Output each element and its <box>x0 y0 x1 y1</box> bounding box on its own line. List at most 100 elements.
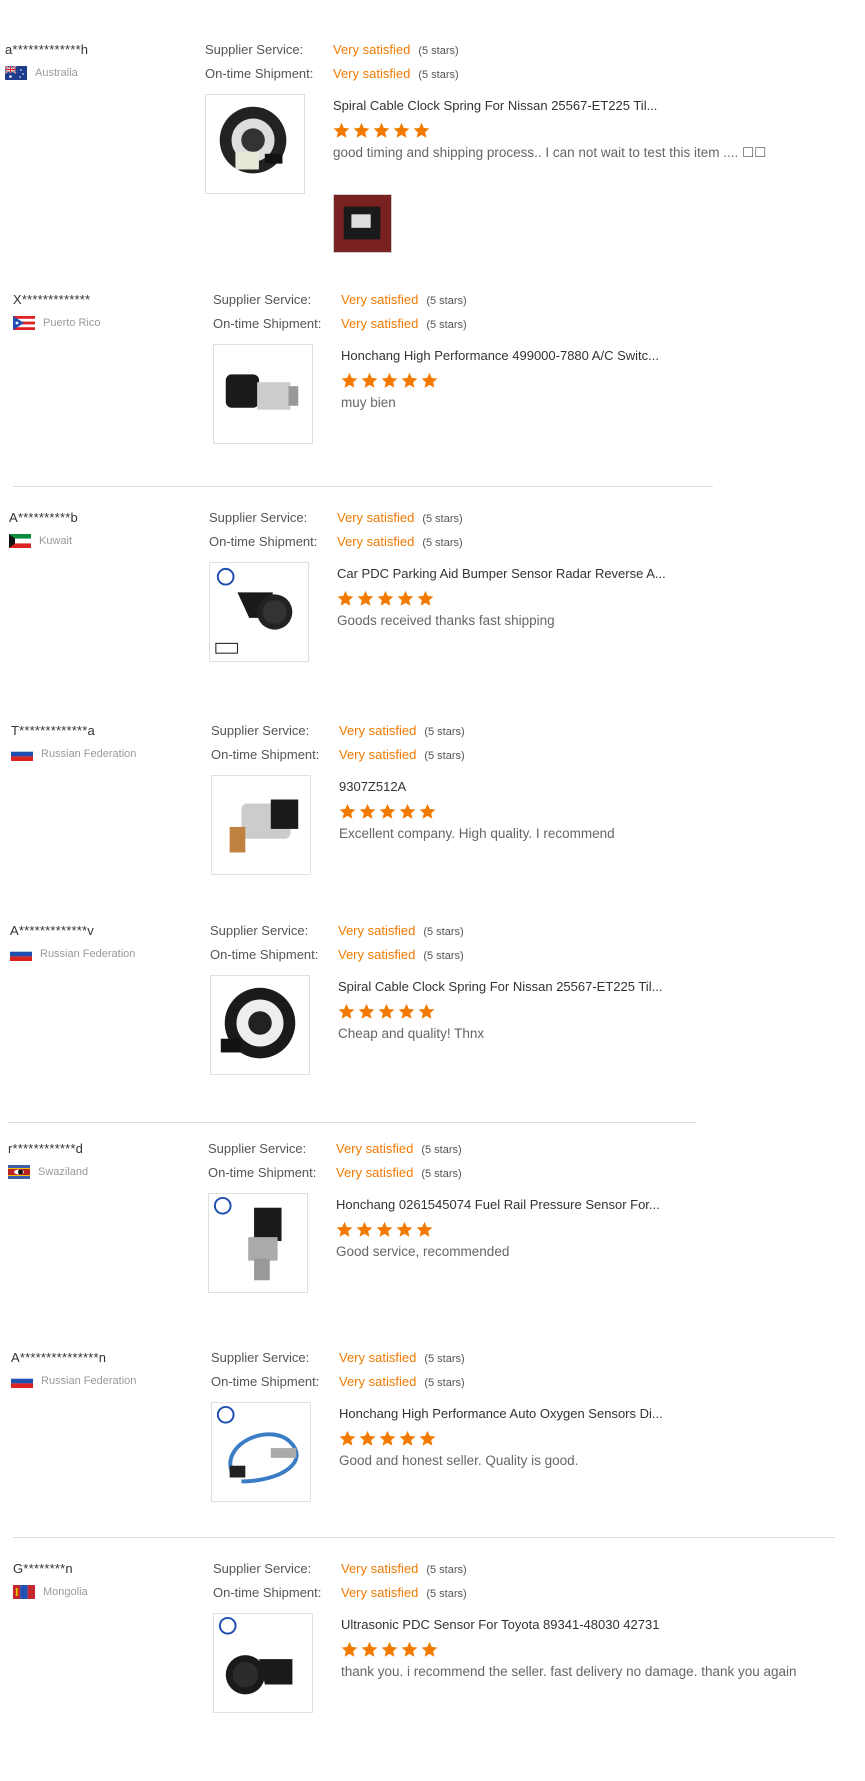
review-item: A*************v Russian Federation Suppl… <box>10 923 840 1143</box>
review-comment: Cheap and quality! Thnx <box>338 1026 485 1041</box>
rating-value: Very satisfied <box>338 923 416 938</box>
ultrasonic-sensor-product-image[interactable] <box>213 1613 313 1713</box>
star-icon <box>359 803 376 819</box>
rating-value: Very satisfied <box>341 1585 419 1600</box>
ontime-shipment-rating: On-time Shipment: Very satisfied (5 stars) <box>211 1374 465 1398</box>
ontime-shipment-label: On-time Shipment: <box>210 947 319 962</box>
star-icon <box>418 1003 435 1019</box>
reviewer: A***************n Russian Federation <box>11 1350 191 1388</box>
pressure-switch-product-image[interactable] <box>213 344 313 444</box>
reviewer-country: Australia <box>5 66 185 80</box>
reviewer: A**********b Kuwait <box>9 510 189 548</box>
star-icon <box>378 1003 395 1019</box>
star-icon <box>419 803 436 819</box>
country-name: Russian Federation <box>41 1375 137 1387</box>
ontime-shipment-rating: On-time Shipment: Very satisfied (5 stars) <box>209 534 463 558</box>
star-icon <box>336 1221 353 1237</box>
star-icon <box>353 122 370 138</box>
star-icon <box>399 803 416 819</box>
fuel-rail-sensor-product-image[interactable] <box>208 1193 308 1293</box>
pressure-sensor-product-image[interactable] <box>211 775 311 875</box>
reviewer-country: Russian Federation <box>10 947 190 961</box>
ontime-shipment-label: On-time Shipment: <box>208 1165 317 1180</box>
star-icon <box>416 1221 433 1237</box>
review-item: G********n Mongolia Supplier Service: Ver… <box>13 1561 843 1781</box>
star-rating <box>337 590 857 607</box>
product-title-link[interactable]: Car PDC Parking Aid Bumper Sensor Radar … <box>337 566 857 581</box>
supplier-service-rating: Supplier Service: Very satisfied (5 stars) <box>209 510 463 534</box>
ontime-shipment-rating: On-time Shipment: Very satisfied (5 stars) <box>213 1585 467 1609</box>
supplier-service-label: Supplier Service: <box>208 1141 307 1156</box>
star-icon <box>397 590 414 606</box>
country-name: Kuwait <box>39 535 73 547</box>
product-info: Honchang High Performance Auto Oxygen Se… <box>339 1406 859 1468</box>
section-divider <box>13 486 713 487</box>
review-comment: thank you. i recommend the seller. fast … <box>341 1664 797 1679</box>
product-title-link[interactable]: Ultrasonic PDC Sensor For Toyota 89341-4… <box>341 1617 861 1632</box>
ratings-block: Supplier Service: Very satisfied (5 stars)… <box>213 292 467 340</box>
rating-value: Very satisfied <box>336 1165 414 1180</box>
product-info: Honchang 0261545074 Fuel Rail Pressure S… <box>336 1197 856 1259</box>
ontime-shipment-rating: On-time Shipment: Very satisfied (5 stars) <box>213 316 467 340</box>
product-title-link[interactable]: 9307Z512A <box>339 779 859 794</box>
star-icon <box>421 1641 438 1657</box>
clock-spring-product-image[interactable] <box>205 94 305 194</box>
product-title-link[interactable]: Honchang High Performance Auto Oxygen Se… <box>339 1406 859 1421</box>
ontime-shipment-rating: On-time Shipment: Very satisfied (5 stars) <box>210 947 464 971</box>
country-name: Swaziland <box>38 1166 89 1178</box>
ontime-shipment-label: On-time Shipment: <box>209 534 318 549</box>
star-icon <box>379 1430 396 1446</box>
star-icon <box>358 1003 375 1019</box>
ratings-block: Supplier Service: Very satisfied (5 stars)… <box>213 1561 467 1609</box>
product-title-link[interactable]: Honchang High Performance 499000-7880 A/… <box>341 348 861 363</box>
reviewer-country: Russian Federation <box>11 1374 191 1388</box>
clock-spring-product-image[interactable] <box>210 975 310 1075</box>
country-name: Russian Federation <box>41 748 137 760</box>
rating-stars-text: (5 stars) <box>421 1168 462 1180</box>
reviewer: T*************a Russian Federation <box>11 723 191 761</box>
star-rating <box>341 372 861 389</box>
star-rating <box>339 803 859 820</box>
rating-stars-text: (5 stars) <box>418 69 459 81</box>
product-title-link[interactable]: Honchang 0261545074 Fuel Rail Pressure S… <box>336 1197 856 1212</box>
star-icon <box>399 1430 416 1446</box>
rating-stars-text: (5 stars) <box>423 926 464 938</box>
country-name: Australia <box>35 67 78 79</box>
product-title-link[interactable]: Spiral Cable Clock Spring For Nissan 255… <box>333 98 853 113</box>
swaziland-flag-icon <box>8 1165 30 1179</box>
product-title-link[interactable]: Spiral Cable Clock Spring For Nissan 255… <box>338 979 858 994</box>
rating-value: Very satisfied <box>341 316 419 331</box>
star-icon <box>338 1003 355 1019</box>
star-icon <box>357 590 374 606</box>
ratings-block: Supplier Service: Very satisfied (5 stars)… <box>208 1141 462 1189</box>
review-comment: muy bien <box>341 395 396 410</box>
star-rating <box>336 1221 856 1238</box>
reviewer-country: Swaziland <box>8 1165 188 1179</box>
supplier-service-rating: Supplier Service: Very satisfied (5 stars) <box>205 42 459 66</box>
oxygen-sensor-product-image[interactable] <box>211 1402 311 1502</box>
mongolia-flag-icon <box>13 1585 35 1599</box>
review-item: A**********b Kuwait Supplier Service: Ver… <box>9 510 839 730</box>
product-info: Spiral Cable Clock Spring For Nissan 255… <box>333 98 853 161</box>
review-photo-thumbnail[interactable] <box>333 194 392 253</box>
star-icon <box>381 372 398 388</box>
star-icon <box>417 590 434 606</box>
star-icon <box>379 803 396 819</box>
rating-stars-text: (5 stars) <box>424 726 465 738</box>
pdc-sensor-product-image[interactable] <box>209 562 309 662</box>
rating-value: Very satisfied <box>341 292 419 307</box>
review-comment: Good service, recommended <box>336 1244 510 1259</box>
rating-stars-text: (5 stars) <box>424 1353 465 1365</box>
star-icon <box>341 1641 358 1657</box>
product-info: Spiral Cable Clock Spring For Nissan 255… <box>338 979 858 1041</box>
rating-stars-text: (5 stars) <box>426 295 467 307</box>
product-info: Honchang High Performance 499000-7880 A/… <box>341 348 861 410</box>
star-icon <box>361 1641 378 1657</box>
rating-value: Very satisfied <box>339 1350 417 1365</box>
rating-value: Very satisfied <box>339 1374 417 1389</box>
russia-flag-icon <box>11 747 33 761</box>
supplier-service-rating: Supplier Service: Very satisfied (5 stars) <box>210 923 464 947</box>
country-name: Mongolia <box>43 1586 88 1598</box>
star-icon <box>396 1221 413 1237</box>
supplier-service-label: Supplier Service: <box>210 923 309 938</box>
